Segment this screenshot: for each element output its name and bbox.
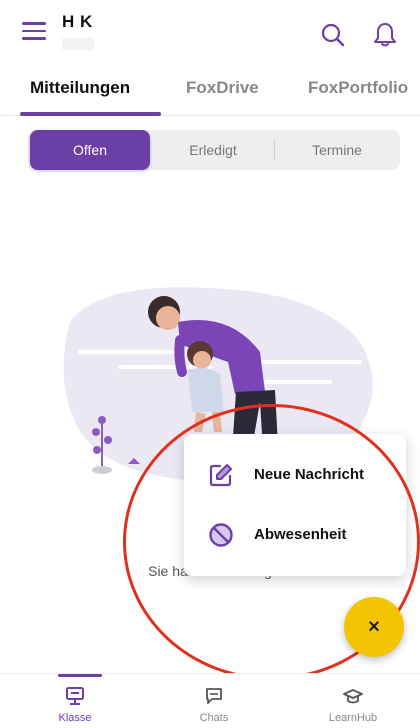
- active-tab-indicator: [20, 112, 161, 116]
- tab-foxdrive[interactable]: FoxDrive: [186, 78, 259, 98]
- chat-icon: [204, 686, 224, 706]
- search-icon[interactable]: [320, 22, 346, 48]
- tab-foxportfolio[interactable]: FoxPortfolio: [308, 78, 408, 98]
- nav-label: Chats: [199, 712, 229, 724]
- graduation-cap-icon: [343, 686, 363, 706]
- bell-icon[interactable]: [372, 20, 398, 48]
- segment-divider: [274, 140, 275, 160]
- segment-offen[interactable]: Offen: [30, 130, 150, 170]
- nav-label: Klasse: [58, 712, 92, 724]
- easel-icon: [65, 686, 85, 706]
- redacted-subtitle: [62, 38, 94, 50]
- top-bar: H K: [0, 0, 420, 62]
- segment-erledigt[interactable]: Erledigt: [152, 130, 274, 170]
- header-title-group: H K: [62, 12, 94, 50]
- nav-label: LearnHub: [328, 712, 378, 724]
- nav-item-klasse[interactable]: Klasse: [5, 674, 145, 728]
- nav-item-chats[interactable]: Chats: [144, 674, 284, 728]
- nav-item-learnhub[interactable]: LearnHub: [283, 674, 420, 728]
- status-segmented-control: Offen Erledigt Termine: [28, 130, 400, 170]
- segment-termine[interactable]: Termine: [276, 130, 398, 170]
- active-nav-indicator: [58, 674, 102, 677]
- main-tabs: Mitteilungen FoxDrive FoxPortfolio: [0, 62, 420, 116]
- close-fab-button[interactable]: ×: [344, 597, 404, 657]
- bottom-navigation: Klasse Chats LearnHub: [0, 673, 420, 728]
- menu-icon[interactable]: [22, 22, 46, 42]
- tab-mitteilungen[interactable]: Mitteilungen: [30, 78, 130, 98]
- page-title: H K: [62, 12, 93, 31]
- close-icon: ×: [368, 616, 380, 638]
